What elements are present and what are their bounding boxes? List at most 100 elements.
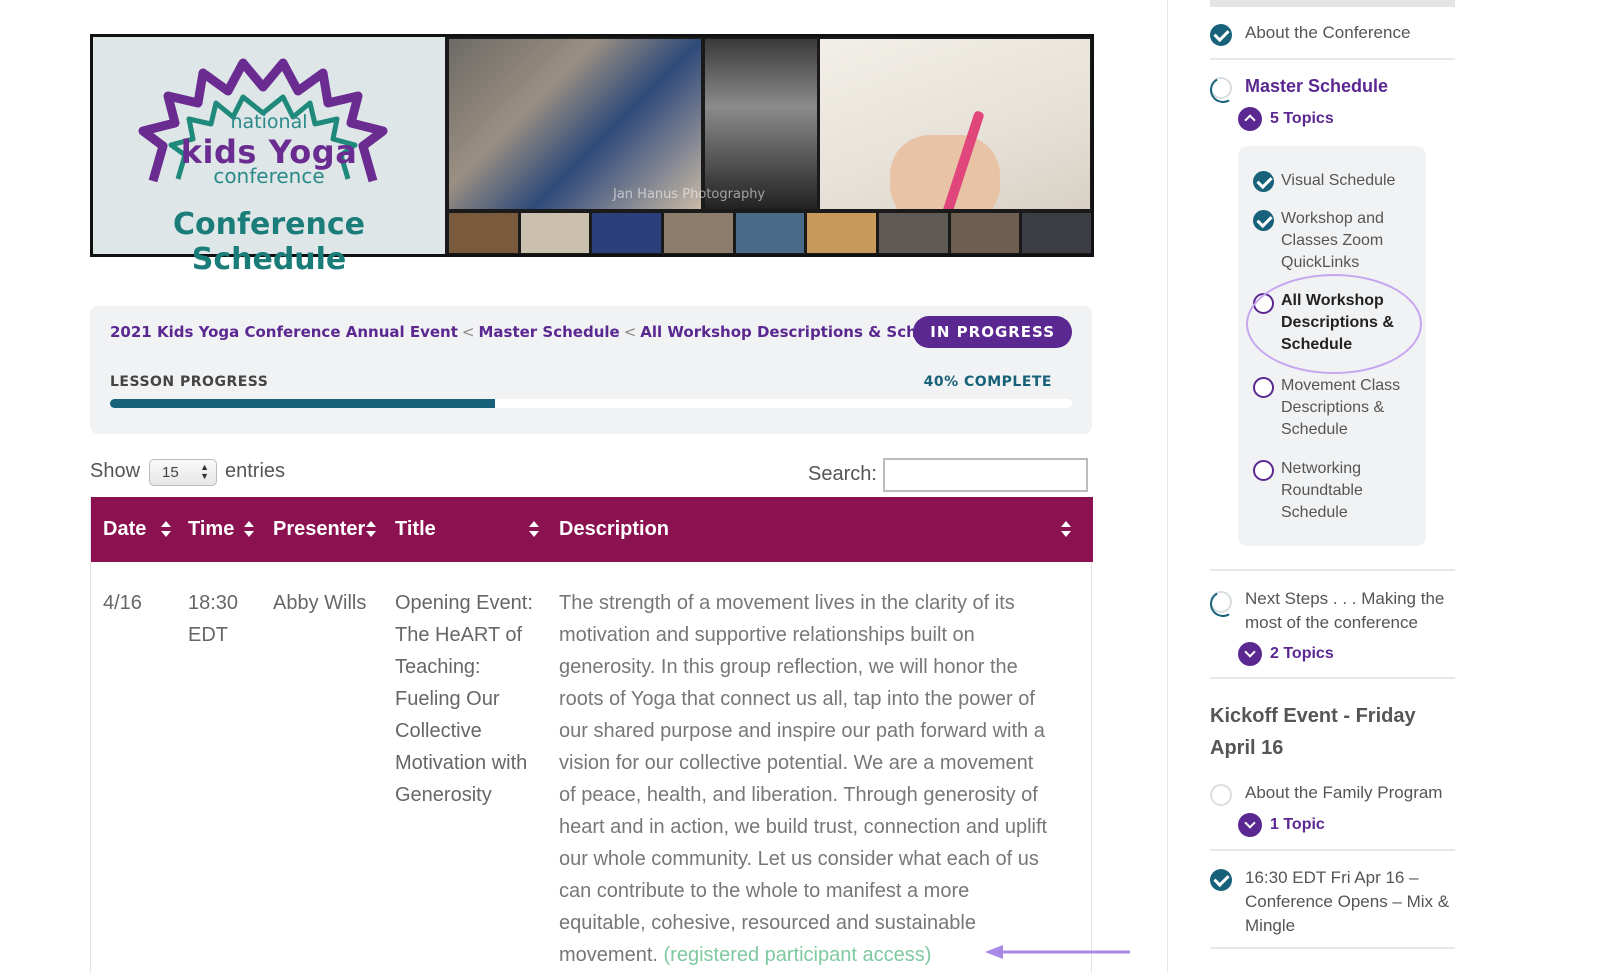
chevron-up-icon[interactable]: [1238, 107, 1262, 131]
banner-photo-attendees: [449, 39, 701, 209]
section-heading-line: April 16: [1210, 737, 1284, 759]
topic-line: Networking: [1281, 460, 1362, 477]
photo-watermark: Jan Hanus Photography: [613, 187, 766, 202]
highlight-ellipse-annotation: [1246, 274, 1422, 374]
table-header: Date Time Presenter Title Description: [91, 497, 1093, 562]
empty-circle-icon: [1253, 377, 1274, 398]
sort-icon: [529, 521, 539, 539]
section-heading-line: Kickoff Event - Friday: [1210, 705, 1416, 727]
arrow-annotation-icon: [985, 945, 1130, 959]
description-line: can contribute to the whole to manifest …: [559, 880, 970, 902]
progress-bar-fill: [110, 399, 495, 408]
topic-line: Roundtable: [1281, 482, 1363, 499]
description-line: The strength of a movement lives in the …: [559, 592, 1015, 614]
column-header-label: Presenter: [273, 518, 366, 540]
breadcrumb-link-master-schedule[interactable]: Master Schedule: [478, 323, 619, 341]
logo-national-text: national: [230, 111, 308, 133]
page: national kids Yoga conference Conference…: [0, 0, 1600, 973]
select-arrows-icon: ▲ ▼: [200, 462, 209, 481]
sidebar-top-border: [1210, 0, 1455, 7]
column-header-label: Time: [188, 518, 235, 540]
search-label: Search:: [808, 463, 877, 485]
sidebar-item-line: Next Steps . . . Making the: [1245, 589, 1445, 608]
description-line: equitable, cohesive, resourced and susta…: [559, 912, 976, 934]
thumbnail: [664, 213, 733, 253]
sidebar-item-line: Mingle: [1245, 916, 1296, 935]
description-line: vision for our collective potential. We …: [559, 752, 1034, 774]
cell-time: 18:30 EDT: [188, 587, 238, 651]
sidebar-item-conference-opens[interactable]: 16:30 EDT Fri Apr 16 – Conference Opens …: [1245, 866, 1449, 938]
sidebar-item-next-steps[interactable]: Next Steps . . . Making the most of the …: [1245, 587, 1444, 635]
title-line: Teaching:: [395, 656, 481, 678]
thumbnail: [449, 213, 518, 253]
check-circle-icon: [1253, 210, 1274, 231]
progress-percent: 40% COMPLETE: [923, 374, 1052, 390]
description-line: our shared purpose and inspire our path …: [559, 720, 1045, 742]
banner-logo-panel: national kids Yoga conference Conference…: [93, 37, 445, 277]
thumbnail: [735, 213, 805, 253]
description-line: motivation and supportive relationships …: [559, 624, 975, 646]
topics-toggle-next-steps[interactable]: 2 Topics: [1270, 645, 1334, 663]
topic-movement-class-descriptions[interactable]: Movement Class Descriptions & Schedule: [1281, 375, 1400, 441]
breadcrumb-link-event[interactable]: 2021 Kids Yoga Conference Annual Event: [110, 323, 458, 341]
thumbnail: [520, 213, 590, 253]
banner-photo-speaker: [705, 39, 817, 209]
sidebar-separator: [1210, 849, 1455, 851]
sidebar-item-master-schedule[interactable]: Master Schedule: [1245, 74, 1388, 98]
cell-description: The strength of a movement lives in the …: [559, 587, 1084, 971]
topic-visual-schedule[interactable]: Visual Schedule: [1281, 170, 1395, 192]
thumbnail: [879, 213, 948, 253]
sidebar-item-family-program[interactable]: About the Family Program: [1245, 781, 1442, 805]
description-line: of peace, health, and liberation. Throug…: [559, 784, 1038, 806]
chevron-down-icon[interactable]: [1238, 642, 1262, 666]
column-header-description[interactable]: Description: [559, 497, 1079, 562]
topic-line: Classes Zoom: [1281, 232, 1384, 249]
title-line: Fueling Our: [395, 688, 500, 710]
column-header-label: Title: [395, 518, 436, 540]
topics-toggle-master-schedule[interactable]: 5 Topics: [1270, 110, 1334, 128]
progress-bar: [110, 399, 1072, 408]
sort-icon: [161, 521, 171, 539]
column-header-date[interactable]: Date: [103, 497, 171, 562]
cell-presenter: Abby Wills: [273, 592, 367, 614]
title-line: Opening Event:: [395, 592, 533, 614]
title-line: Collective: [395, 720, 482, 742]
registered-access-link[interactable]: (registered participant access): [664, 944, 932, 966]
partial-progress-icon: [1210, 591, 1232, 613]
check-circle-icon: [1210, 869, 1232, 891]
sort-icon: [1061, 521, 1071, 539]
sidebar-divider: [1167, 0, 1168, 973]
empty-circle-icon: [1210, 784, 1232, 806]
search-input[interactable]: [883, 458, 1088, 492]
topic-line: QuickLinks: [1281, 254, 1360, 271]
topic-line: Descriptions &: [1281, 399, 1385, 416]
topic-workshop-zoom-quicklinks[interactable]: Workshop and Classes Zoom QuickLinks: [1281, 208, 1384, 274]
topic-networking-roundtable[interactable]: Networking Roundtable Schedule: [1281, 458, 1363, 524]
column-header-title[interactable]: Title: [395, 497, 545, 562]
title-line: The HeART of: [395, 624, 523, 646]
sidebar-item-line: 16:30 EDT Fri Apr 16 –: [1245, 868, 1419, 887]
column-header-presenter[interactable]: Presenter: [273, 497, 376, 562]
sidebar-separator: [1210, 947, 1455, 949]
cell-title: Opening Event: The HeART of Teaching: Fu…: [395, 587, 555, 811]
description-line: generosity. In this group reflection, we…: [559, 656, 1018, 678]
status-badge: IN PROGRESS: [913, 316, 1072, 348]
topics-toggle-family-program[interactable]: 1 Topic: [1270, 816, 1325, 834]
column-header-time[interactable]: Time: [188, 497, 254, 562]
section-heading-kickoff: Kickoff Event - Friday April 16: [1210, 700, 1416, 764]
description-line: heart and in action, we build trust, con…: [559, 816, 1048, 838]
breadcrumb-separator: <: [461, 323, 475, 341]
logo-conference-text: conference: [213, 164, 325, 188]
chevron-down-icon[interactable]: [1238, 813, 1262, 837]
banner-thumbnail-strip: [449, 213, 1092, 253]
title-line: Generosity: [395, 784, 492, 806]
thumbnail: [807, 213, 877, 253]
title-line: Motivation with: [395, 752, 528, 774]
topic-line: Schedule: [1281, 504, 1348, 521]
page-size-select[interactable]: 15 ▲ ▼: [149, 459, 217, 486]
breadcrumb-separator: <: [623, 323, 637, 341]
sidebar-item-about-conference[interactable]: About the Conference: [1245, 21, 1410, 45]
banner-photo-calendar: [820, 39, 1090, 209]
description-line: roots of Yoga that connect us all, tap i…: [559, 688, 1035, 710]
column-header-label: Description: [559, 518, 670, 540]
